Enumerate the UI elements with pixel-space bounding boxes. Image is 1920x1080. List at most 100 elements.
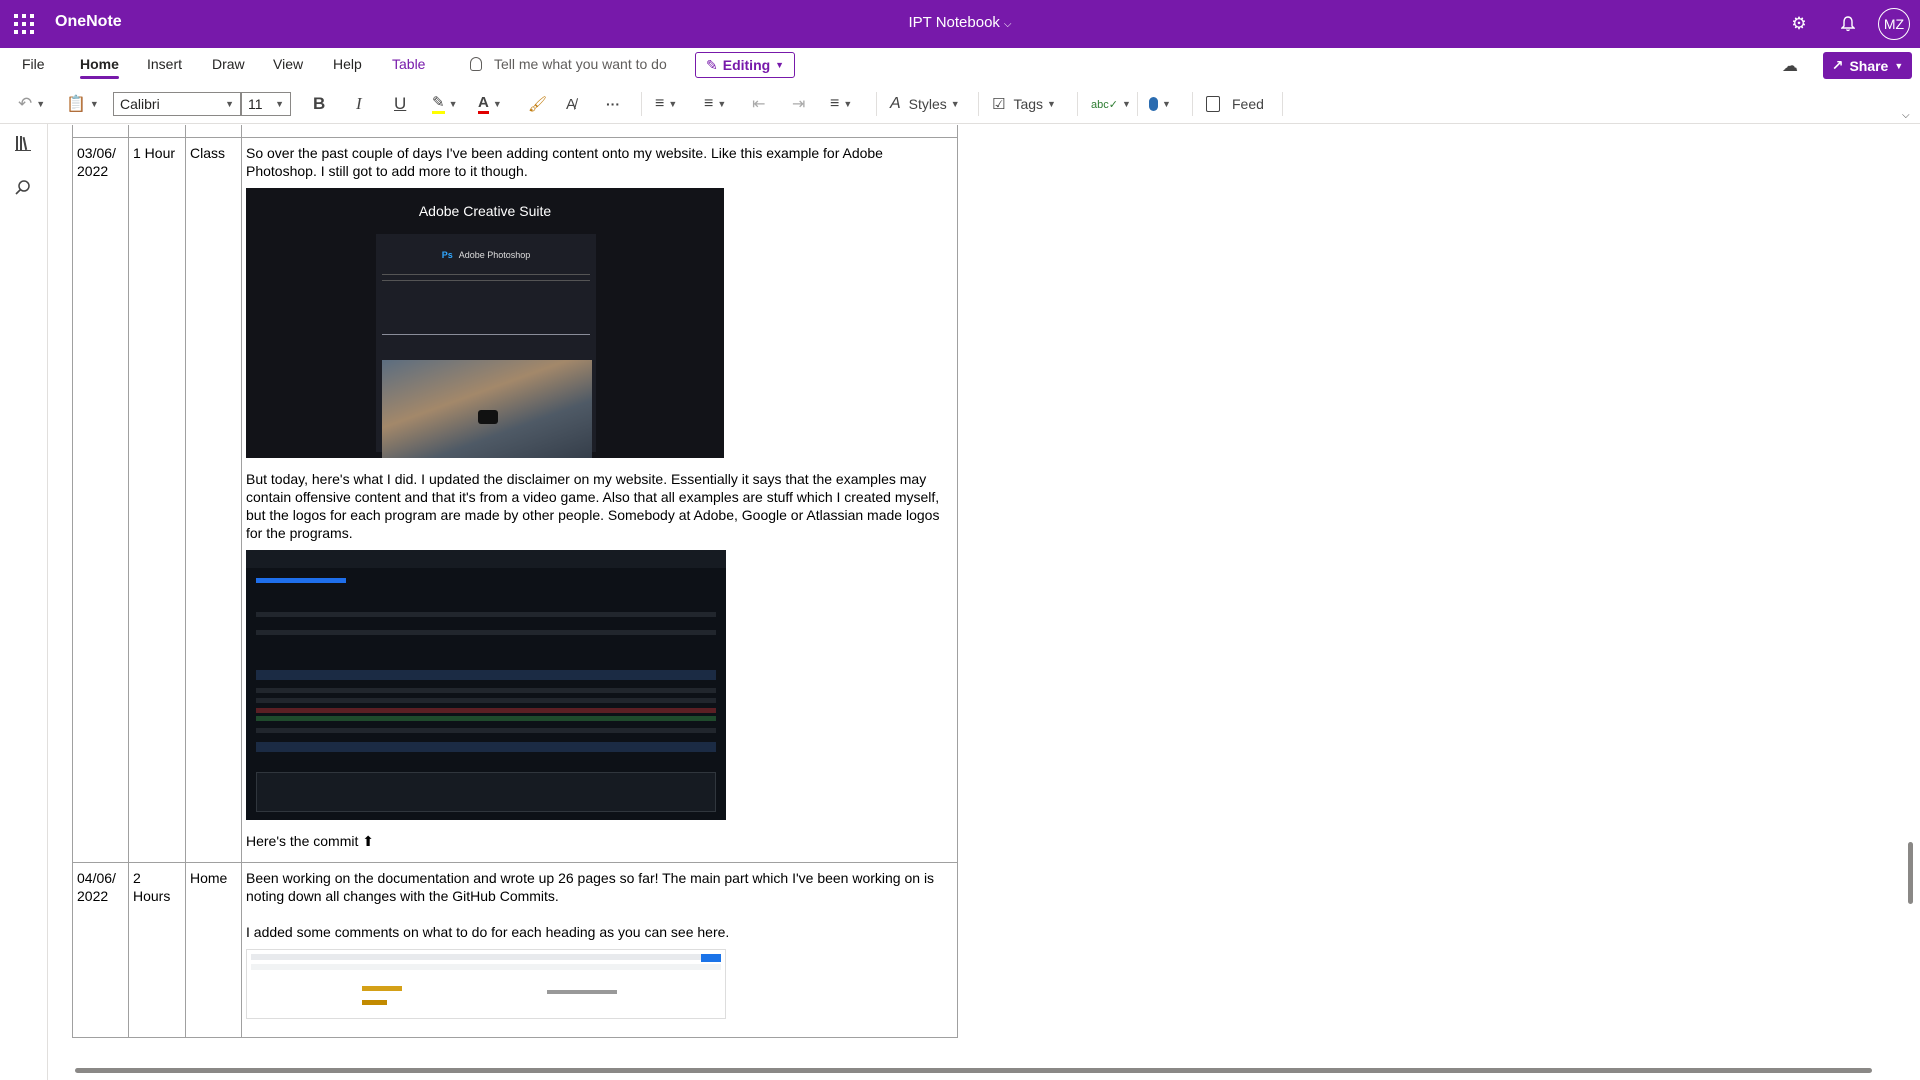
spelling-button[interactable]: abc✓ ▼ — [1091, 92, 1131, 116]
chevron-down-icon: ▼ — [36, 99, 46, 109]
duration-cell[interactable]: 2 Hours — [128, 862, 186, 1038]
toolbar-divider — [1077, 92, 1078, 116]
font-color-icon: A — [478, 94, 489, 114]
highlighter-icon: ✎ — [432, 94, 445, 114]
notification-bell-icon[interactable] — [1836, 12, 1860, 36]
horizontal-scrollbar[interactable] — [75, 1068, 1872, 1073]
vertical-scrollbar[interactable] — [1908, 842, 1913, 904]
date-cell[interactable]: 04/06/ 2022 — [72, 862, 129, 1038]
play-icon — [478, 410, 498, 424]
chevron-down-icon: ▼ — [1121, 99, 1131, 109]
bold-button[interactable]: B — [313, 92, 325, 116]
toolbar-divider — [1192, 92, 1193, 116]
increase-indent-button[interactable]: ⇥ — [792, 92, 805, 116]
diff-header — [256, 670, 716, 680]
format-painter-button[interactable]: 🖌 — [528, 92, 547, 116]
diff-footer — [256, 742, 716, 752]
tab-table[interactable]: Table — [392, 56, 425, 72]
app-launcher-icon[interactable] — [14, 14, 34, 34]
tab-home[interactable]: Home — [80, 56, 119, 79]
tab-help[interactable]: Help — [333, 56, 362, 72]
alignment-button[interactable]: ≡ ▼ — [830, 92, 852, 116]
clear-formatting-button[interactable]: A̸ — [566, 92, 576, 116]
paragraph[interactable]: I added some comments on what to do for … — [246, 923, 953, 941]
clipboard-icon: 📋 — [66, 96, 86, 113]
github-commit-screenshot-image[interactable] — [246, 550, 726, 820]
editing-mode-button[interactable]: ✎ Editing ▼ — [695, 52, 796, 78]
styles-button[interactable]: A Styles ▼ — [890, 92, 960, 116]
screenshot-card: Ps Adobe Photoshop — [376, 234, 596, 458]
docs-toolbar — [251, 964, 721, 970]
dictate-button[interactable]: ▼ — [1149, 92, 1171, 116]
settings-gear-icon[interactable]: ⚙ — [1787, 12, 1811, 36]
divider-line — [382, 334, 590, 335]
feed-label: Feed — [1232, 96, 1264, 112]
tag-checkbox-icon: ☑ — [992, 96, 1006, 113]
tab-file[interactable]: File — [22, 56, 45, 72]
user-avatar[interactable]: MZ — [1878, 8, 1910, 40]
tab-draw[interactable]: Draw — [212, 56, 245, 72]
decrease-indent-icon: ⇤ — [752, 96, 766, 113]
notebook-name: IPT Notebook ⌵ — [0, 14, 1920, 31]
tags-button[interactable]: ☑ Tags ▼ — [992, 92, 1056, 116]
google-docs-screenshot-image[interactable] — [246, 949, 726, 1019]
website-screenshot-image[interactable]: Adobe Creative Suite Ps Adobe Photoshop — [246, 188, 724, 458]
collapse-ribbon-chevron-icon[interactable]: ⌵ — [1902, 110, 1910, 121]
notebooks-library-icon[interactable] — [14, 134, 34, 154]
table-cell[interactable] — [185, 125, 242, 138]
numbering-button[interactable]: ≡ ▼ — [704, 92, 726, 116]
date-cell[interactable]: 03/06/ 2022 — [72, 137, 129, 863]
tab-view[interactable]: View — [273, 56, 303, 72]
more-formatting-button[interactable]: ··· — [606, 92, 620, 116]
paragraph[interactable]: But today, here's what I did. I updated … — [246, 470, 953, 542]
location-cell[interactable]: Class — [185, 137, 242, 863]
table-cell[interactable] — [128, 125, 186, 138]
code-line — [256, 688, 716, 693]
app-name[interactable]: OneNote — [55, 13, 122, 31]
paste-button[interactable]: 📋 ▼ — [66, 92, 99, 116]
screenshot-title: Adobe Creative Suite — [418, 203, 552, 219]
notebook-title[interactable]: IPT Notebook — [908, 14, 999, 31]
toolbar-divider — [641, 92, 642, 116]
chevron-down-icon[interactable]: ⌵ — [1004, 19, 1012, 30]
paragraph[interactable]: Been working on the documentation and wr… — [246, 869, 953, 905]
duration-cell[interactable]: 1 Hour — [128, 137, 186, 863]
chevron-down-icon: ▼ — [1894, 60, 1904, 71]
comment-box — [256, 772, 716, 812]
screenshot-subtitle: Ps Adobe Photoshop — [376, 246, 596, 264]
page-canvas[interactable]: 03/06/ 2022 1 Hour Class So over the pas… — [49, 125, 1900, 1060]
tell-me-search[interactable]: Tell me what you want to do — [470, 56, 667, 72]
bullets-button[interactable]: ≡ ▼ — [655, 92, 677, 116]
table-cell[interactable] — [241, 125, 958, 138]
microphone-icon — [1149, 97, 1158, 111]
chevron-down-icon: ▼ — [89, 99, 99, 109]
sync-status-icon[interactable]: ☁ — [1782, 56, 1798, 76]
chevron-down-icon: ▼ — [717, 99, 727, 109]
text-line — [382, 280, 590, 281]
paragraph[interactable]: So over the past couple of days I've bee… — [246, 144, 953, 180]
underline-button[interactable]: U — [394, 92, 406, 116]
location-cell[interactable]: Home — [185, 862, 242, 1038]
font-size-select[interactable]: 11 ▼ — [241, 92, 291, 116]
chevron-down-icon: ▼ — [1047, 99, 1056, 109]
description-cell[interactable]: Been working on the documentation and wr… — [241, 862, 958, 1038]
italic-button[interactable]: I — [356, 92, 362, 116]
search-icon[interactable] — [14, 179, 34, 199]
description-cell[interactable]: So over the past couple of days I've bee… — [241, 137, 958, 863]
code-line — [256, 630, 716, 635]
highlight-button[interactable]: ✎ ▼ — [432, 92, 458, 116]
tab-insert[interactable]: Insert — [147, 56, 182, 72]
font-size-value: 11 — [248, 96, 263, 112]
table-cell[interactable] — [72, 125, 129, 138]
undo-button[interactable]: ↶ ▼ — [18, 92, 45, 116]
code-line — [256, 698, 716, 703]
chevron-down-icon: ▼ — [492, 99, 502, 109]
font-color-button[interactable]: A ▼ — [478, 92, 502, 116]
table-row: 03/06/ 2022 1 Hour Class So over the pas… — [72, 137, 958, 863]
home-toolbar: ↶ ▼ 📋 ▼ Calibri ▼ 11 ▼ B I U ✎ ▼ A ▼ 🖌 A̸ ··· … — [0, 84, 1920, 124]
font-name-select[interactable]: Calibri ▼ — [113, 92, 241, 116]
feed-button[interactable]: Feed — [1206, 92, 1264, 116]
share-button[interactable]: ↗ Share ▼ — [1823, 52, 1912, 79]
paragraph[interactable]: Here's the commit ⬆ — [246, 832, 953, 850]
decrease-indent-button[interactable]: ⇤ — [752, 92, 765, 116]
